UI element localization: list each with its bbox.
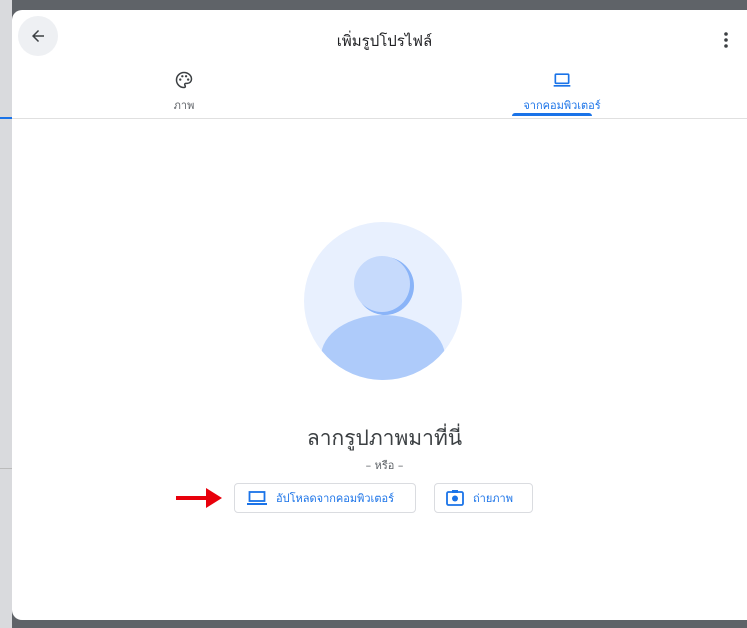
person-placeholder-icon — [304, 222, 462, 380]
active-tab-indicator — [512, 113, 592, 116]
camera-icon — [446, 489, 464, 507]
tab-images[interactable]: ภาพ — [160, 70, 208, 114]
more-vert-icon — [724, 32, 728, 48]
laptop-icon — [553, 73, 571, 87]
red-arrow-annotation — [176, 488, 222, 508]
upload-from-computer-button[interactable]: อัปโหลดจากคอมพิวเตอร์ — [234, 483, 416, 513]
drop-area-heading: ลากรูปภาพมาที่นี่ — [306, 426, 463, 450]
take-photo-button[interactable]: ถ่ายภาพ — [434, 483, 533, 513]
upload-button-label: อัปโหลดจากคอมพิวเตอร์ — [276, 492, 394, 505]
or-separator: – หรือ – — [365, 459, 404, 472]
more-options-button[interactable] — [718, 30, 734, 50]
take-photo-label: ถ่ายภาพ — [473, 492, 513, 505]
background-page-edge — [0, 0, 12, 628]
profile-picture-dialog: เพิ่มรูปโปรไฟล์ ภาพ จากคอมพิวเตอร์ ลากรู… — [12, 10, 747, 620]
background-tab-indicator — [0, 117, 12, 119]
tab-divider — [12, 118, 747, 119]
laptop-icon — [247, 490, 267, 506]
tab-images-label: ภาพ — [173, 99, 195, 112]
palette-icon — [175, 71, 193, 89]
tab-from-computer[interactable]: จากคอมพิวเตอร์ — [507, 70, 617, 114]
dialog-title: เพิ่มรูปโปรไฟล์ — [336, 32, 433, 50]
background-divider — [0, 468, 12, 469]
tab-from-computer-label: จากคอมพิวเตอร์ — [523, 99, 601, 112]
